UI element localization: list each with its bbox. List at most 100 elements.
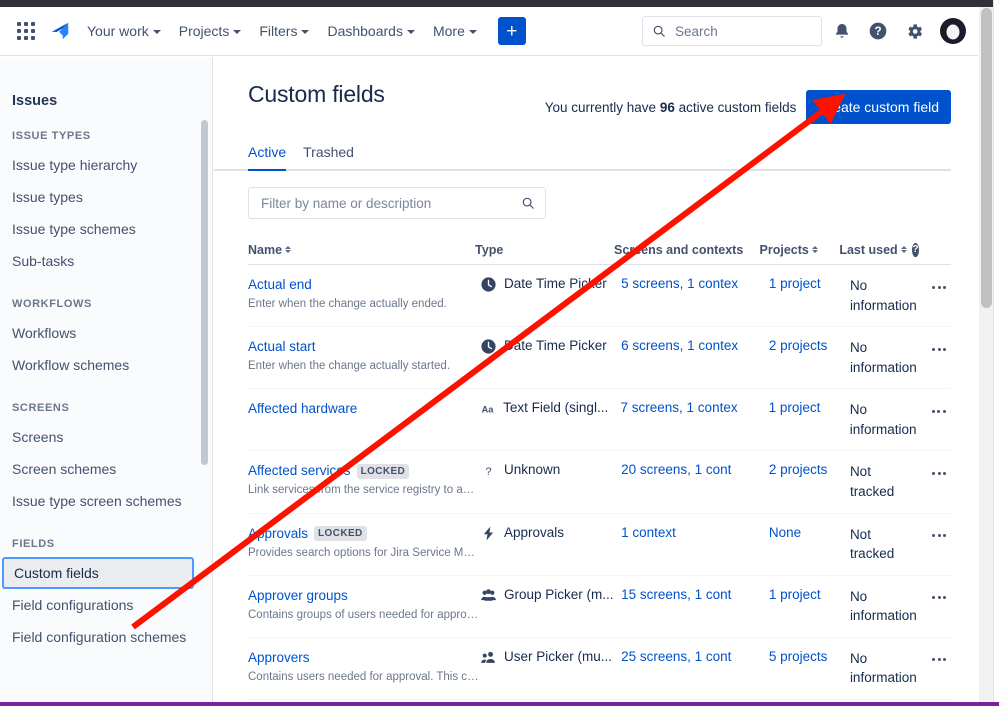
sort-icon[interactable] (285, 246, 292, 253)
column-header-name[interactable]: Name (248, 243, 475, 257)
nav-item-more[interactable]: More (424, 17, 486, 45)
filter-input[interactable] (259, 194, 521, 212)
sort-icon[interactable] (811, 246, 818, 253)
sidebar-item-screen-schemes[interactable]: Screen schemes (0, 453, 206, 485)
approvals-bolt-icon (483, 526, 494, 540)
field-type-label: Unknown (504, 462, 561, 478)
field-name-link[interactable]: Approvers (248, 650, 310, 665)
field-description: Provides search options for Jira Service… (248, 546, 480, 559)
sidebar-title: Issues (12, 93, 58, 109)
field-name-link[interactable]: Affected hardware (248, 401, 357, 416)
page-header: Custom fields You currently have 96 acti… (214, 57, 978, 124)
page-scrollbar-thumb[interactable] (981, 8, 992, 308)
column-header-last-used[interactable]: Last used ? (839, 242, 920, 257)
more-actions-icon[interactable] (927, 525, 951, 547)
sidebar-item-workflow-schemes[interactable]: Workflow schemes (0, 349, 206, 381)
sidebar-item-issue-type-hierarchy[interactable]: Issue type hierarchy (0, 149, 206, 181)
tab-trashed[interactable]: Trashed (303, 144, 354, 169)
more-actions-icon[interactable] (927, 649, 951, 671)
nav-item-dashboards[interactable]: Dashboards (318, 17, 424, 45)
table-header-row: Name Type Screens and contexts Projects … (248, 235, 951, 265)
screens-contexts-link[interactable]: 15 screens, 1 cont (621, 587, 769, 602)
search-icon (653, 25, 665, 37)
sidebar-item-issue-types[interactable]: Issue types (0, 181, 206, 213)
screens-contexts-link[interactable]: 25 screens, 1 cont (621, 649, 769, 664)
column-label: Screens and contexts (614, 242, 744, 257)
projects-link[interactable]: None (769, 525, 850, 540)
field-name-link[interactable]: Approver groups (248, 588, 348, 603)
screens-contexts-link[interactable]: 7 screens, 1 contex (621, 400, 769, 415)
projects-link[interactable]: 2 projects (769, 462, 850, 477)
cell-screens-and-contexts: 6 screens, 1 contex (621, 338, 769, 353)
projects-link[interactable]: 1 project (769, 276, 850, 291)
nav-item-your-work[interactable]: Your work (78, 17, 170, 45)
table-row: Affected services LOCKED Link services fro… (248, 451, 951, 514)
tab-active[interactable]: Active (248, 144, 287, 171)
sidebar-item-issue-type-screen-schemes[interactable]: Issue type screen schemes (0, 485, 206, 517)
projects-link[interactable]: 2 projects (769, 338, 850, 353)
filter-box[interactable] (248, 187, 546, 219)
more-actions-icon[interactable] (927, 338, 951, 360)
column-label: Projects (759, 242, 809, 257)
table-body: Actual end Enter when the change actually… (248, 265, 978, 702)
create-issue-button[interactable]: + (497, 17, 526, 45)
svg-text:?: ? (485, 466, 491, 478)
field-name-link[interactable]: Affected services (248, 463, 351, 478)
tab-bar: Active Trashed (214, 124, 951, 171)
settings-gear-icon[interactable] (898, 15, 930, 47)
cell-last-used: No information (849, 650, 917, 686)
help-icon[interactable]: ? (862, 15, 894, 47)
sidebar-item-sub-tasks[interactable]: Sub-tasks (0, 245, 206, 277)
filter-area (214, 171, 978, 219)
cell-type: User Picker (mu... (480, 649, 621, 666)
sidebar-item-workflows[interactable]: Workflows (0, 317, 206, 349)
notifications-icon[interactable] (826, 15, 858, 47)
more-actions-icon[interactable] (927, 587, 951, 609)
create-custom-field-button[interactable]: Create custom field (806, 90, 951, 124)
more-actions-icon[interactable] (927, 276, 951, 298)
cell-screens-and-contexts: 1 context (621, 525, 769, 540)
global-search-box[interactable] (642, 16, 822, 46)
help-icon[interactable]: ? (911, 242, 920, 257)
screens-contexts-link[interactable]: 20 screens, 1 cont (621, 462, 769, 477)
search-input[interactable] (673, 22, 808, 40)
sidebar-item-screens[interactable]: Screens (0, 421, 206, 453)
sidebar-item-field-configuration-schemes[interactable]: Field configuration schemes (0, 621, 206, 653)
cell-actions (919, 276, 951, 298)
cell-screens-and-contexts: 15 screens, 1 cont (621, 587, 769, 602)
browser-top-strip (0, 0, 999, 7)
sidebar-section-issue-types: ISSUE TYPES (12, 130, 91, 142)
cell-actions (919, 400, 951, 422)
clock-icon (481, 277, 496, 292)
cell-last-used: Not tracked (849, 526, 895, 562)
nav-item-filters[interactable]: Filters (250, 17, 318, 45)
sidebar-item-field-configurations[interactable]: Field configurations (0, 589, 206, 621)
column-header-projects[interactable]: Projects (760, 243, 840, 257)
sidebar-scrollbar[interactable] (201, 120, 208, 465)
cell-last-used: No information (849, 402, 917, 437)
svg-text:Aa: Aa (482, 405, 495, 415)
sidebar-item-issue-type-schemes[interactable]: Issue type schemes (0, 213, 206, 245)
sort-icon[interactable] (900, 246, 907, 253)
field-name-link[interactable]: Approvals (248, 526, 308, 541)
projects-link[interactable]: 5 projects (769, 649, 850, 664)
field-name-link[interactable]: Actual end (248, 277, 312, 292)
screens-contexts-link[interactable]: 6 screens, 1 contex (621, 338, 769, 353)
sidebar-item-custom-fields[interactable]: Custom fields (2, 557, 194, 589)
more-actions-icon[interactable] (927, 400, 951, 422)
screens-contexts-link[interactable]: 1 context (621, 525, 769, 540)
projects-link[interactable]: 1 project (769, 400, 850, 415)
more-actions-icon[interactable] (927, 462, 951, 484)
column-label: Name (248, 242, 283, 257)
cell-type: Approvals (480, 525, 621, 542)
nav-item-projects[interactable]: Projects (170, 17, 251, 45)
user-avatar[interactable] (940, 18, 966, 44)
projects-link[interactable]: 1 project (769, 587, 850, 602)
jira-logo-icon[interactable] (42, 15, 78, 47)
cell-name: Approvers Contains users needed for appro… (248, 649, 480, 685)
field-name-link[interactable]: Actual start (248, 339, 316, 354)
sidebar-section-workflows: WORKFLOWS (12, 298, 92, 310)
app-switcher-icon[interactable] (10, 15, 42, 47)
screens-contexts-link[interactable]: 5 screens, 1 contex (621, 276, 769, 291)
field-description: Enter when the change actually ended. (248, 298, 447, 310)
